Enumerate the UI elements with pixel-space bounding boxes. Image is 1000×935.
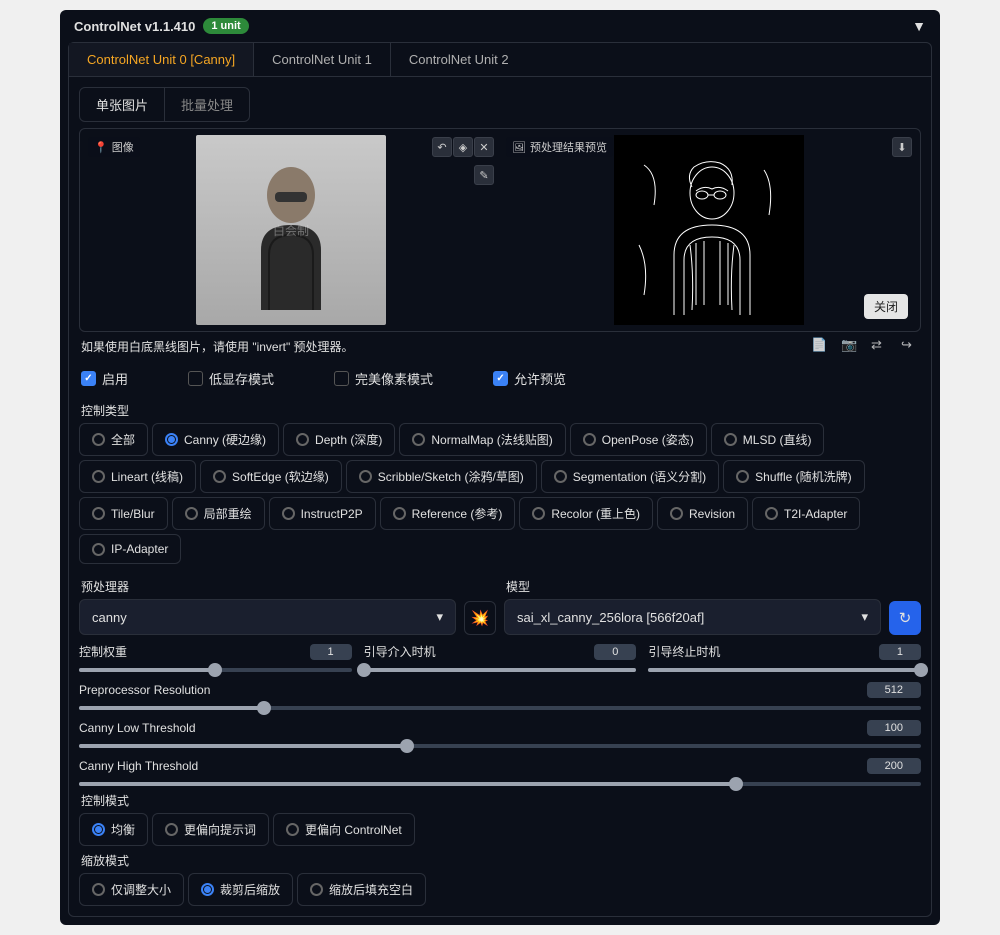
resize-mode-label: 缩放模式: [79, 846, 921, 873]
download-icon[interactable]: ⬇: [892, 137, 912, 157]
allow-preview-checkbox[interactable]: 允许预览: [493, 369, 566, 388]
tab-unit-0[interactable]: ControlNet Unit 0 [Canny]: [69, 43, 254, 76]
canny-high-slider[interactable]: [79, 782, 921, 786]
tab-single-image[interactable]: 单张图片: [80, 88, 165, 121]
resize-crop[interactable]: 裁剪后缩放: [188, 873, 293, 906]
type-normalmap[interactable]: NormalMap (法线贴图): [399, 423, 565, 456]
control-type-label: 控制类型: [79, 396, 921, 423]
mode-controlnet[interactable]: 更偏向 ControlNet: [273, 813, 415, 846]
tab-unit-1[interactable]: ControlNet Unit 1: [254, 43, 391, 76]
type-depth[interactable]: Depth (深度): [283, 423, 395, 456]
lowvram-checkbox[interactable]: 低显存模式: [188, 369, 274, 388]
hint-text: 如果使用白底黑线图片，请使用 "invert" 预处理器。: [79, 332, 356, 361]
preview-label: 预处理结果预览: [530, 139, 607, 155]
enable-checkbox[interactable]: 启用: [81, 369, 128, 388]
mode-prompt[interactable]: 更偏向提示词: [152, 813, 269, 846]
type-revision[interactable]: Revision: [657, 497, 748, 530]
type-tile[interactable]: Tile/Blur: [79, 497, 168, 530]
panel-title: ControlNet v1.1.410: [74, 19, 195, 34]
weight-label: 控制权重: [79, 643, 127, 660]
model-label: 模型: [504, 572, 881, 599]
tab-batch[interactable]: 批量处理: [165, 88, 249, 121]
swap-icon[interactable]: ⇄: [871, 337, 887, 353]
erase-icon[interactable]: ◈: [453, 137, 473, 157]
type-ipadapter[interactable]: IP-Adapter: [79, 534, 181, 564]
type-all[interactable]: 全部: [79, 423, 148, 456]
resolution-value[interactable]: 512: [867, 682, 921, 698]
preprocessor-label: 预处理器: [79, 572, 456, 599]
close-icon[interactable]: ✕: [474, 137, 494, 157]
image-label: 图像: [112, 139, 134, 155]
preprocessor-select[interactable]: canny▾: [79, 599, 456, 635]
type-t2i[interactable]: T2I-Adapter: [752, 497, 860, 530]
unit-badge: 1 unit: [203, 18, 248, 34]
mode-balanced[interactable]: 均衡: [79, 813, 148, 846]
type-shuffle[interactable]: Shuffle (随机洗牌): [723, 460, 864, 493]
undo-icon[interactable]: ↶: [432, 137, 452, 157]
pixel-perfect-checkbox[interactable]: 完美像素模式: [334, 369, 433, 388]
control-type-group: 全部 Canny (硬边缘) Depth (深度) NormalMap (法线贴…: [79, 423, 921, 564]
tab-unit-2[interactable]: ControlNet Unit 2: [391, 43, 527, 76]
start-label: 引导介入时机: [364, 643, 436, 660]
start-slider[interactable]: [364, 668, 637, 672]
resolution-label: Preprocessor Resolution: [79, 683, 210, 697]
refresh-models-button[interactable]: ↻: [889, 601, 921, 635]
start-value[interactable]: 0: [594, 644, 636, 660]
unit-tabs: ControlNet Unit 0 [Canny] ControlNet Uni…: [68, 42, 932, 77]
send-icon[interactable]: ↪: [901, 337, 917, 353]
resize-just[interactable]: 仅调整大小: [79, 873, 184, 906]
type-openpose[interactable]: OpenPose (姿态): [570, 423, 707, 456]
weight-value[interactable]: 1: [310, 644, 352, 660]
canny-high-label: Canny High Threshold: [79, 759, 198, 773]
collapse-toggle[interactable]: ▼: [912, 18, 926, 34]
type-inpaint[interactable]: 局部重绘: [172, 497, 265, 530]
watermark: 白会制: [273, 222, 309, 239]
canny-low-label: Canny Low Threshold: [79, 721, 196, 735]
resize-fill[interactable]: 缩放后填充空白: [297, 873, 426, 906]
type-canny[interactable]: Canny (硬边缘): [152, 423, 279, 456]
end-slider[interactable]: [648, 668, 921, 672]
preview-icon: 🖼: [512, 141, 526, 154]
close-preview-button[interactable]: 关闭: [864, 294, 908, 319]
control-mode-label: 控制模式: [79, 786, 921, 813]
chevron-down-icon: ▾: [436, 609, 443, 625]
canny-low-value[interactable]: 100: [867, 720, 921, 736]
run-preprocessor-button[interactable]: 💥: [464, 601, 496, 635]
type-segmentation[interactable]: Segmentation (语义分割): [541, 460, 719, 493]
type-lineart[interactable]: Lineart (线稿): [79, 460, 196, 493]
end-value[interactable]: 1: [879, 644, 921, 660]
new-canvas-icon[interactable]: 📄: [811, 337, 827, 353]
type-reference[interactable]: Reference (参考): [380, 497, 516, 530]
weight-slider[interactable]: [79, 668, 352, 672]
model-select[interactable]: sai_xl_canny_256lora [566f20af]▾: [504, 599, 881, 635]
edit-icon[interactable]: ✎: [474, 165, 494, 185]
input-image[interactable]: 白会制: [86, 135, 496, 325]
type-recolor[interactable]: Recolor (重上色): [519, 497, 653, 530]
resolution-slider[interactable]: [79, 706, 921, 710]
camera-icon[interactable]: 📷: [841, 337, 857, 353]
end-label: 引导终止时机: [648, 643, 720, 660]
pin-icon: 📍: [94, 141, 108, 154]
canny-high-value[interactable]: 200: [867, 758, 921, 774]
canny-low-slider[interactable]: [79, 744, 921, 748]
chevron-down-icon: ▾: [861, 609, 868, 625]
type-scribble[interactable]: Scribble/Sketch (涂鸦/草图): [346, 460, 537, 493]
type-softedge[interactable]: SoftEdge (软边缘): [200, 460, 342, 493]
preview-image: [504, 135, 914, 325]
type-ip2p[interactable]: InstructP2P: [269, 497, 376, 530]
type-mlsd[interactable]: MLSD (直线): [711, 423, 825, 456]
